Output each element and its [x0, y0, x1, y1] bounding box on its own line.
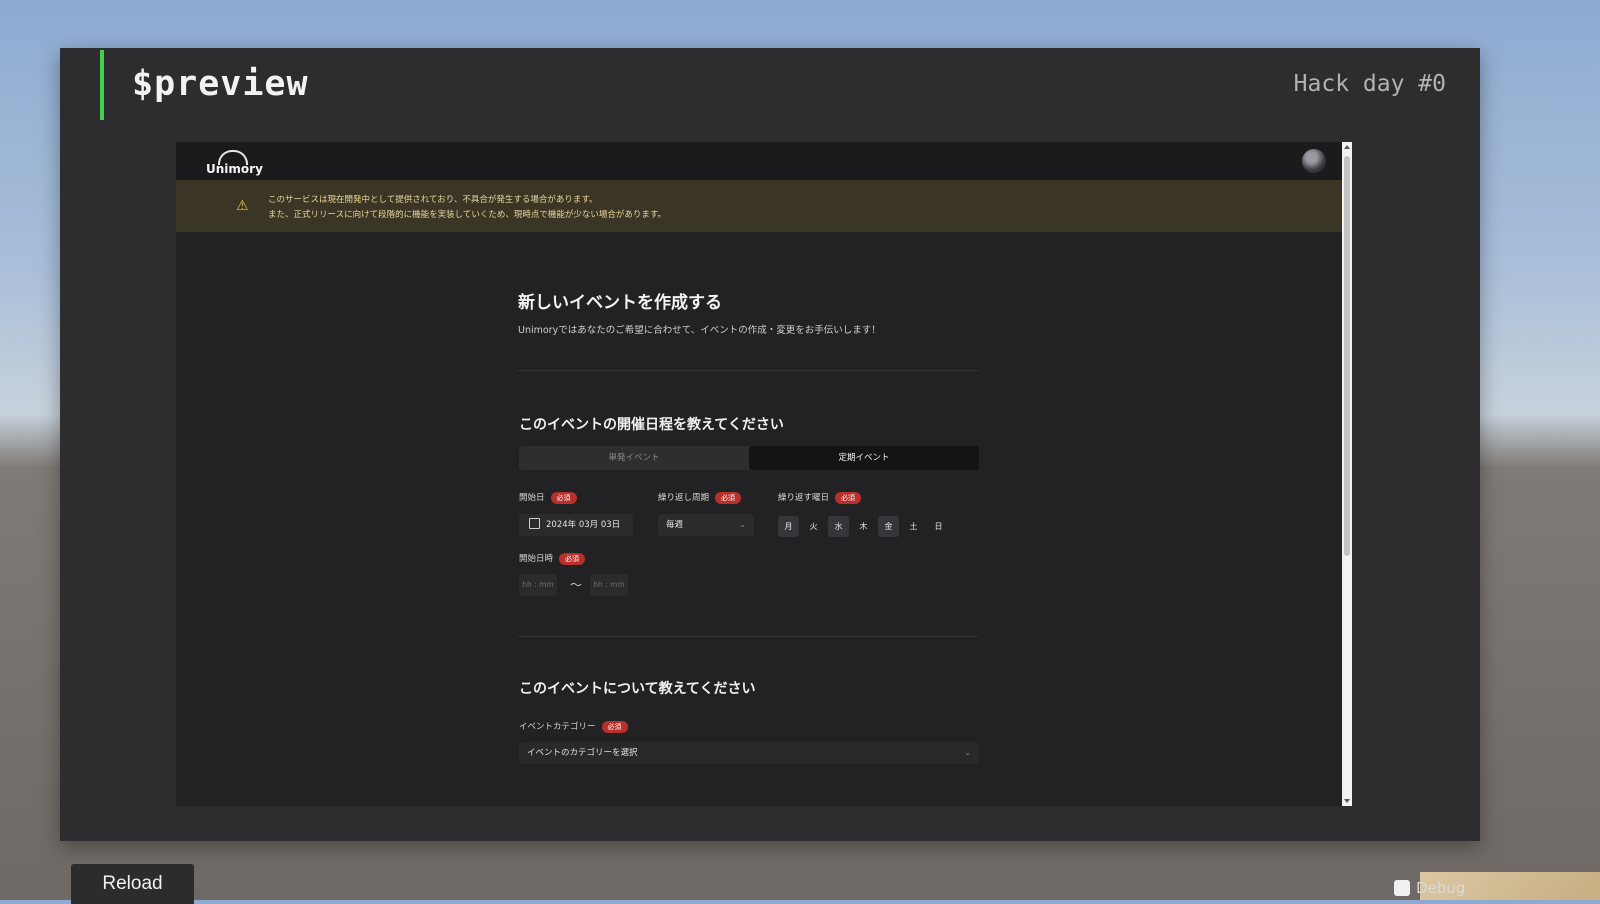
required-badge: 必須: [559, 552, 586, 565]
panel-tag: Hack day #0: [1293, 71, 1446, 97]
weekday-fri[interactable]: 金: [878, 516, 899, 537]
repeat-days-label-text: 繰り返す曜日: [778, 493, 830, 503]
start-date-label: 開始日 必須: [519, 491, 577, 504]
required-badge: 必須: [835, 491, 862, 504]
debug-checkbox[interactable]: [1394, 880, 1410, 896]
repeat-cycle-label: 繰り返し周期 必須: [658, 491, 742, 504]
start-date-value: 2024年 03月 03日: [546, 520, 621, 530]
weekday-selector: 月火水木金土日: [778, 514, 953, 537]
required-badge: 必須: [715, 491, 742, 504]
unimory-logo[interactable]: Unimory: [206, 150, 263, 176]
calendar-icon: [529, 518, 540, 529]
reload-button[interactable]: Reload: [71, 864, 194, 904]
event-type-toggle: 単発イベント 定期イベント: [519, 446, 979, 470]
scroll-down-icon[interactable]: [1344, 799, 1350, 803]
site-navbar: Unimory: [176, 142, 1352, 180]
avatar[interactable]: [1302, 149, 1326, 173]
section-divider: [518, 636, 978, 637]
title-accent-bar: [100, 50, 104, 120]
category-select[interactable]: イベントのカテゴリーを選択 ⌄: [519, 742, 979, 764]
start-date-label-text: 開始日: [519, 493, 545, 503]
chevron-down-icon: ⌄: [739, 520, 746, 529]
start-date-picker[interactable]: 2024年 03月 03日: [519, 514, 633, 536]
page-title: 新しいイベントを作成する: [518, 293, 722, 313]
logo-text: Unimory: [206, 162, 263, 176]
tab-recurring-event[interactable]: 定期イベント: [749, 446, 979, 470]
chevron-down-icon: ⌄: [964, 748, 971, 757]
category-placeholder: イベントのカテゴリーを選択: [527, 748, 638, 758]
start-time-input[interactable]: hh : mm: [519, 574, 557, 596]
time-separator: 〜: [570, 578, 583, 592]
weekday-wed[interactable]: 水: [828, 516, 849, 537]
repeat-days-label: 繰り返す曜日 必須: [778, 491, 862, 504]
scroll-up-icon[interactable]: [1344, 145, 1350, 149]
notice-line-2: また、正式リリースに向けて段階的に機能を実装していくため、現時点で機能が少ない場…: [268, 210, 666, 220]
category-label-text: イベントカテゴリー: [519, 722, 596, 732]
category-label: イベントカテゴリー 必須: [519, 720, 628, 733]
panel-title: $preview: [132, 64, 309, 104]
weekday-sat[interactable]: 土: [903, 516, 924, 537]
preview-scrollbar[interactable]: [1342, 142, 1352, 806]
tab-single-event[interactable]: 単発イベント: [519, 446, 749, 470]
weekday-thu[interactable]: 木: [853, 516, 874, 537]
scroll-thumb[interactable]: [1344, 156, 1350, 556]
weekday-tue[interactable]: 火: [803, 516, 824, 537]
weekday-sun[interactable]: 日: [928, 516, 949, 537]
development-notice: ⚠ このサービスは現在開発中として提供されており、不具合が発生する場合があります…: [176, 180, 1352, 232]
web-preview[interactable]: Unimory ⚠ このサービスは現在開発中として提供されており、不具合が発生す…: [176, 142, 1352, 806]
repeat-cycle-value: 毎週: [666, 520, 684, 530]
weekday-mon[interactable]: 月: [778, 516, 799, 537]
required-badge: 必須: [601, 720, 628, 733]
warning-icon: ⚠: [236, 198, 249, 214]
start-time-label-text: 開始日時: [519, 554, 554, 564]
end-time-input[interactable]: hh : mm: [590, 574, 628, 596]
section-divider: [518, 370, 978, 371]
notice-line-1: このサービスは現在開発中として提供されており、不具合が発生する場合があります。: [268, 195, 598, 205]
required-badge: 必須: [550, 491, 577, 504]
page-subtitle: Unimoryではあなたのご希望に合わせて、イベントの作成・変更をお手伝いします…: [518, 325, 881, 336]
start-time-label: 開始日時 必須: [519, 552, 586, 565]
debug-label: Debug: [1416, 879, 1466, 897]
repeat-cycle-select[interactable]: 毎週 ⌄: [658, 514, 754, 536]
schedule-heading: このイベントの開催日程を教えてください: [519, 417, 784, 433]
preview-panel: $preview Hack day #0 Unimory ⚠ このサービスは現在…: [60, 48, 1480, 841]
repeat-cycle-label-text: 繰り返し周期: [658, 493, 710, 503]
about-heading: このイベントについて教えてください: [519, 681, 756, 697]
